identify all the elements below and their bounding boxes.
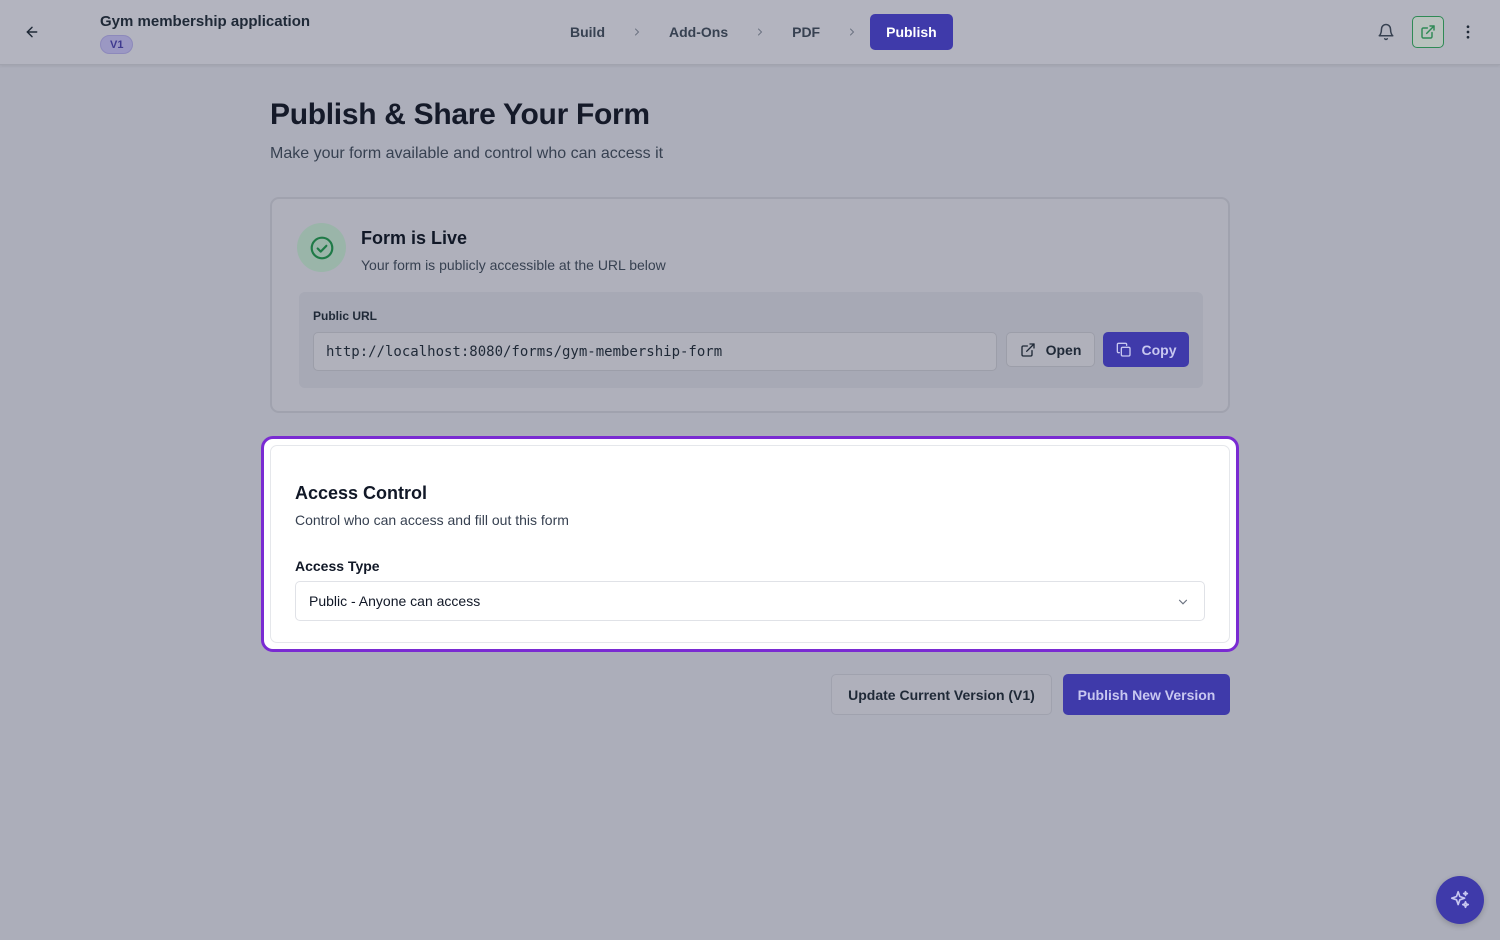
access-type-select[interactable]: Public - Anyone can access <box>295 581 1205 621</box>
arrow-left-icon <box>26 26 38 38</box>
step-add-ons[interactable]: Add-Ons <box>655 14 742 50</box>
chevron-right-icon <box>834 26 870 38</box>
chevron-right-icon <box>742 26 778 38</box>
step-pdf[interactable]: PDF <box>778 14 834 50</box>
copy-url-button[interactable]: Copy <box>1103 332 1189 367</box>
page-subtitle: Make your form available and control who… <box>270 145 664 162</box>
status-badge <box>297 223 346 272</box>
access-control-title: Access Control <box>295 483 428 503</box>
form-title: Gym membership application <box>100 13 311 30</box>
access-control-card: Access Control Control who can access an… <box>270 445 1230 643</box>
page-title: Publish & Share Your Form <box>270 98 650 131</box>
update-current-version-button[interactable]: Update Current Version (V1) <box>831 674 1052 715</box>
external-link-icon <box>1421 25 1435 39</box>
access-control-highlight: Access Control Control who can access an… <box>261 436 1239 652</box>
external-link-icon <box>1020 342 1035 357</box>
live-status-title: Form is Live <box>361 228 468 248</box>
version-badge: V1 <box>100 35 134 54</box>
back-button[interactable] <box>20 20 44 44</box>
open-url-button[interactable]: Open <box>1006 332 1095 367</box>
open-live-form-button[interactable] <box>1412 16 1444 48</box>
form-live-card: Form is Live Your form is publicly acces… <box>270 197 1230 413</box>
step-build[interactable]: Build <box>556 14 619 50</box>
public-url-value: http://localhost:8080/forms/gym-membersh… <box>326 343 723 360</box>
copy-label: Copy <box>1141 341 1177 358</box>
public-url-section: Public URL http://localhost:8080/forms/g… <box>299 292 1203 388</box>
notifications-button[interactable] <box>1370 16 1402 48</box>
access-control-description: Control who can access and fill out this… <box>295 512 569 528</box>
live-status-description: Your form is publicly accessible at the … <box>361 257 666 273</box>
copy-icon <box>1116 342 1131 357</box>
step-navigation: Build Add-Ons PDF Publish <box>556 14 953 50</box>
more-options-button[interactable] <box>1452 16 1484 48</box>
bell-icon <box>1378 23 1394 41</box>
check-circle-icon <box>310 236 333 259</box>
more-vertical-icon <box>1466 25 1470 39</box>
access-type-label: Access Type <box>295 558 380 574</box>
public-url-field[interactable]: http://localhost:8080/forms/gym-membersh… <box>313 332 997 371</box>
chevron-down-icon <box>1178 599 1188 605</box>
public-url-label: Public URL <box>313 309 378 323</box>
sparkles-icon <box>1450 890 1470 909</box>
access-type-value: Public - Anyone can access <box>309 593 481 609</box>
top-bar: Gym membership application V1 Build Add-… <box>0 0 1500 65</box>
open-label: Open <box>1045 341 1082 358</box>
step-publish[interactable]: Publish <box>870 14 953 50</box>
ai-assistant-button[interactable] <box>1436 876 1484 924</box>
publish-new-version-button[interactable]: Publish New Version <box>1063 674 1230 715</box>
chevron-right-icon <box>619 26 655 38</box>
